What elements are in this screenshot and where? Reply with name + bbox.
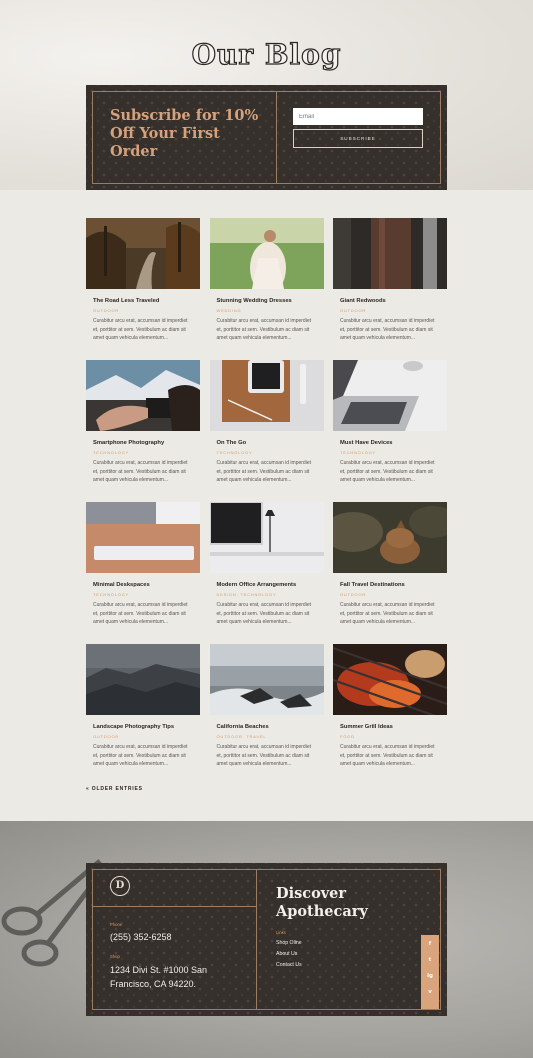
post-category[interactable]: DESIGN, TECHNOLOGY [210,592,324,597]
post-excerpt: Curabitur arcu erat, accumsan id imperdi… [216,318,312,342]
blog-post[interactable]: California Beaches OUTDOOR, TRAVEL Curab… [209,644,324,769]
blog-post[interactable]: Stunning Wedding Dresses WEDDING Curabit… [209,218,324,343]
post-category[interactable]: OUTDOOR, TRAVEL [210,734,324,739]
post-title[interactable]: Minimal Deskspaces [86,582,200,588]
contact-panel: D Phone (255) 352-6258 Shop 1234 Divi St… [86,863,447,1016]
shop-address: 1234 Divi St. #1000 San Francisco, CA 94… [110,965,208,989]
blog-post[interactable]: Must Have Devices TECHNOLOGY Curabitur a… [333,360,447,485]
panel-divider [92,906,256,907]
post-title[interactable]: Modern Office Arrangements [210,582,324,588]
hero-section: Our Blog Subscribe for 10% Off Your Firs… [0,0,533,190]
post-excerpt: Curabitur arcu erat, accumsan id imperdi… [340,318,435,342]
blog-post[interactable]: On The Go TECHNOLOGY Curabitur arcu erat… [209,360,324,485]
post-excerpt: Curabitur arcu erat, accumsan id imperdi… [93,460,188,484]
blog-post[interactable]: Modern Office Arrangements DESIGN, TECHN… [209,502,324,627]
blog-post[interactable]: Giant Redwoods OUTDOOR Curabitur arcu er… [333,218,447,343]
post-excerpt: Curabitur arcu erat, accumsan id imperdi… [216,460,312,484]
subscribe-button[interactable]: SUBSCRIBE [293,129,423,148]
blog-post[interactable]: Smartphone Photography TECHNOLOGY Curabi… [86,360,200,485]
post-excerpt: Curabitur arcu erat, accumsan id imperdi… [93,744,188,768]
post-excerpt: Curabitur arcu erat, accumsan id imperdi… [340,602,435,626]
blog-post[interactable]: Fall Travel Destinations OUTDOOR Curabit… [333,502,447,627]
footer-link-contact[interactable]: Contact Us [276,962,302,968]
post-category[interactable]: OUTDOOR [333,592,447,597]
older-entries-link[interactable]: « OLDER ENTRIES [86,786,143,792]
phone-number[interactable]: (255) 352-6258 [110,932,172,942]
post-image[interactable] [86,360,200,431]
post-title[interactable]: Stunning Wedding Dresses [210,298,324,304]
post-title[interactable]: Landscape Photography Tips [86,724,200,730]
post-excerpt: Curabitur arcu erat, accumsan id imperdi… [93,318,188,342]
footer-link-shop[interactable]: Shop Oline [276,940,302,946]
subscribe-panel: Subscribe for 10% Off Your First Order S… [86,85,447,190]
post-title[interactable]: Giant Redwoods [333,298,447,304]
footer-heading: Discover Apothecary [276,885,368,920]
post-image[interactable] [209,218,324,289]
post-title[interactable]: Smartphone Photography [86,440,200,446]
subscribe-heading: Subscribe for 10% Off Your First Order [110,107,259,160]
phone-label: Phone [110,922,123,927]
facebook-icon[interactable]: f [421,938,439,951]
post-excerpt: Curabitur arcu erat, accumsan id imperdi… [216,602,312,626]
blog-post[interactable]: Summer Grill Ideas FOOD Curabitur arcu e… [333,644,447,769]
post-image[interactable] [333,218,447,289]
post-excerpt: Curabitur arcu erat, accumsan id imperdi… [340,460,435,484]
social-bar: f t ig v [421,935,439,1009]
post-image[interactable] [86,644,200,715]
post-category[interactable]: FOOD [333,734,447,739]
footer-link-about[interactable]: About Us [276,951,297,957]
post-image[interactable] [209,644,324,715]
post-title[interactable]: Must Have Devices [333,440,447,446]
post-image[interactable] [209,502,324,573]
logo-icon[interactable]: D [110,876,130,896]
panel-divider [276,91,277,184]
post-category[interactable]: OUTDOOR [86,308,200,313]
twitter-icon[interactable]: t [421,954,439,967]
post-category[interactable]: TECHNOLOGY [333,450,447,455]
post-excerpt: Curabitur arcu erat, accumsan id imperdi… [216,744,312,768]
post-title[interactable]: Fall Travel Destinations [333,582,447,588]
post-category[interactable]: TECHNOLOGY [86,450,200,455]
post-image[interactable] [209,360,324,431]
post-excerpt: Curabitur arcu erat, accumsan id imperdi… [93,602,188,626]
post-title[interactable]: On The Go [210,440,324,446]
post-excerpt: Curabitur arcu erat, accumsan id imperdi… [340,744,435,768]
email-input[interactable] [293,108,423,125]
links-label: Links [276,930,286,935]
post-category[interactable]: OUTDOOR [86,734,200,739]
blog-post[interactable]: Minimal Deskspaces TECHNOLOGY Curabitur … [86,502,200,627]
shop-label: Shop [110,954,120,959]
post-category[interactable]: TECHNOLOGY [210,450,324,455]
instagram-icon[interactable]: ig [421,970,439,983]
vimeo-icon[interactable]: v [421,986,439,999]
post-image[interactable] [333,360,447,431]
blog-post[interactable]: Landscape Photography Tips OUTDOOR Curab… [86,644,200,769]
post-image[interactable] [86,218,200,289]
post-category[interactable]: OUTDOOR [333,308,447,313]
panel-divider [256,869,257,1010]
post-image[interactable] [86,502,200,573]
post-category[interactable]: TECHNOLOGY [86,592,200,597]
page-title: Our Blog [191,37,342,71]
post-title[interactable]: California Beaches [210,724,324,730]
post-title[interactable]: The Road Less Traveled [86,298,200,304]
post-category[interactable]: WEDDING [210,308,324,313]
post-image[interactable] [333,502,447,573]
post-image[interactable] [333,644,447,715]
post-title[interactable]: Summer Grill Ideas [333,724,447,730]
footer-section: D Phone (255) 352-6258 Shop 1234 Divi St… [0,821,533,1058]
blog-post[interactable]: The Road Less Traveled OUTDOOR Curabitur… [86,218,200,343]
